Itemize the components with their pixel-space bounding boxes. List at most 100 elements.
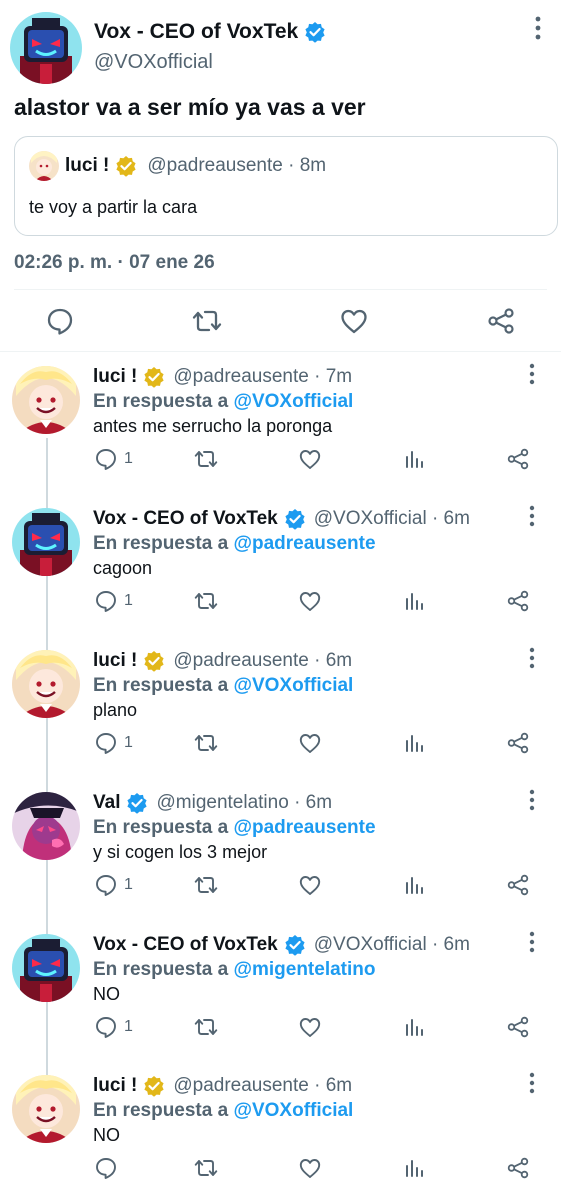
share-action[interactable] [506, 588, 530, 614]
views-icon[interactable] [404, 1015, 426, 1039]
like-action[interactable] [298, 588, 322, 614]
main-author-name-row[interactable]: Vox - CEO of VoxTek [94, 20, 326, 44]
views-action[interactable] [404, 872, 426, 898]
like-icon[interactable] [298, 447, 322, 471]
reply-to-handle[interactable]: @migentelatino [233, 959, 375, 980]
reply-action[interactable]: 1 [94, 1014, 133, 1040]
share-icon[interactable] [506, 873, 530, 897]
more-options-icon[interactable] [530, 14, 546, 42]
more-options-icon[interactable] [524, 646, 540, 670]
reply-icon[interactable] [94, 1015, 118, 1039]
share-action[interactable] [506, 730, 530, 756]
reply-to-handle[interactable]: @VOXofficial [233, 391, 353, 412]
more-options-icon[interactable] [524, 930, 540, 954]
vox-avatar[interactable] [10, 12, 82, 84]
retweet-action[interactable] [193, 1014, 219, 1040]
reply-to-handle[interactable]: @VOXofficial [233, 675, 353, 696]
reply-tweet[interactable]: Vox - CEO of VoxTek @VOXofficial · 6m En… [0, 930, 561, 1072]
reply-action[interactable]: 1 [94, 588, 133, 614]
reply-author-name[interactable]: Vox - CEO of VoxTek [93, 934, 278, 956]
like-icon[interactable] [298, 1015, 322, 1039]
reply-action[interactable] [94, 1155, 124, 1181]
reply-author-name[interactable]: luci ! [93, 366, 137, 388]
retweet-action[interactable] [193, 1155, 219, 1181]
main-author-name[interactable]: Vox - CEO of VoxTek [94, 20, 298, 44]
luci-avatar[interactable] [12, 650, 80, 718]
more-options-icon[interactable] [524, 362, 540, 386]
views-icon[interactable] [404, 731, 426, 755]
reply-icon[interactable] [94, 731, 118, 755]
retweet-icon[interactable] [193, 731, 219, 755]
luci-avatar[interactable] [12, 1075, 80, 1143]
reply-tweet[interactable]: Vox - CEO of VoxTek @VOXofficial · 6m En… [0, 504, 561, 646]
reply-author-name[interactable]: luci ! [93, 650, 137, 672]
reply-icon[interactable] [94, 589, 118, 613]
retweet-icon[interactable] [193, 589, 219, 613]
reply-author-meta[interactable]: @VOXofficial · 6m [314, 508, 470, 530]
share-action[interactable] [506, 872, 530, 898]
retweet-action[interactable] [193, 872, 219, 898]
vox-avatar[interactable] [12, 508, 80, 576]
like-action[interactable] [298, 872, 322, 898]
reply-icon[interactable] [94, 873, 118, 897]
reply-author-name[interactable]: Val [93, 792, 120, 814]
reply-tweet[interactable]: luci ! @padreausente · 6m En respuesta a… [0, 1071, 561, 1200]
views-action[interactable] [404, 730, 426, 756]
like-icon[interactable] [298, 1156, 322, 1180]
share-action[interactable] [506, 1155, 530, 1181]
share-icon[interactable] [506, 447, 530, 471]
reply-to-handle[interactable]: @padreausente [233, 817, 375, 838]
reply-author-meta[interactable]: @migentelatino · 6m [156, 792, 332, 814]
retweet-action[interactable] [193, 588, 219, 614]
share-icon[interactable] [506, 589, 530, 613]
like-action[interactable] [298, 1014, 322, 1040]
views-action[interactable] [404, 1014, 426, 1040]
reply-tweet[interactable]: luci ! @padreausente · 7m En respuesta a… [0, 362, 561, 504]
like-action[interactable] [298, 1155, 322, 1181]
reply-action[interactable]: 1 [94, 730, 133, 756]
more-options-icon[interactable] [524, 1071, 540, 1095]
reply-icon[interactable] [94, 1156, 118, 1180]
share-icon[interactable] [484, 304, 518, 338]
views-icon[interactable] [404, 873, 426, 897]
views-icon[interactable] [404, 1156, 426, 1180]
reply-tweet[interactable]: Val @migentelatino · 6m En respuesta a @… [0, 788, 561, 930]
reply-author-meta[interactable]: @padreausente · 6m [173, 1075, 352, 1097]
reply-icon[interactable] [94, 447, 118, 471]
reply-author-name[interactable]: luci ! [93, 1075, 137, 1097]
like-icon[interactable] [298, 731, 322, 755]
tweet-timestamp[interactable]: 02:26 p. m. · 07 ene 26 [14, 252, 215, 274]
retweet-icon[interactable] [190, 304, 224, 338]
like-action[interactable] [298, 730, 322, 756]
share-icon[interactable] [506, 1156, 530, 1180]
more-options-icon[interactable] [524, 504, 540, 528]
views-action[interactable] [404, 1155, 426, 1181]
reply-action[interactable]: 1 [94, 446, 133, 472]
reply-icon[interactable] [43, 304, 77, 338]
more-options-icon[interactable] [524, 788, 540, 812]
views-icon[interactable] [404, 589, 426, 613]
retweet-icon[interactable] [193, 1015, 219, 1039]
like-action[interactable] [298, 446, 322, 472]
reply-action[interactable]: 1 [94, 872, 133, 898]
share-icon[interactable] [506, 1015, 530, 1039]
retweet-icon[interactable] [193, 873, 219, 897]
views-icon[interactable] [404, 447, 426, 471]
val-avatar[interactable] [12, 792, 80, 860]
views-action[interactable] [404, 588, 426, 614]
views-action[interactable] [404, 446, 426, 472]
retweet-action[interactable] [193, 446, 219, 472]
share-icon[interactable] [506, 731, 530, 755]
reply-author-meta[interactable]: @padreausente · 6m [173, 650, 352, 672]
like-icon[interactable] [298, 873, 322, 897]
luci-avatar[interactable] [12, 366, 80, 434]
share-action[interactable] [506, 1014, 530, 1040]
retweet-icon[interactable] [193, 447, 219, 471]
quoted-tweet[interactable]: luci ! @padreausente · 8m te voy a parti… [14, 136, 558, 236]
reply-to-handle[interactable]: @padreausente [233, 533, 375, 554]
retweet-icon[interactable] [193, 1156, 219, 1180]
reply-author-name[interactable]: Vox - CEO of VoxTek [93, 508, 278, 530]
reply-author-meta[interactable]: @VOXofficial · 6m [314, 934, 470, 956]
vox-avatar[interactable] [12, 934, 80, 1002]
reply-to-handle[interactable]: @VOXofficial [233, 1100, 353, 1121]
